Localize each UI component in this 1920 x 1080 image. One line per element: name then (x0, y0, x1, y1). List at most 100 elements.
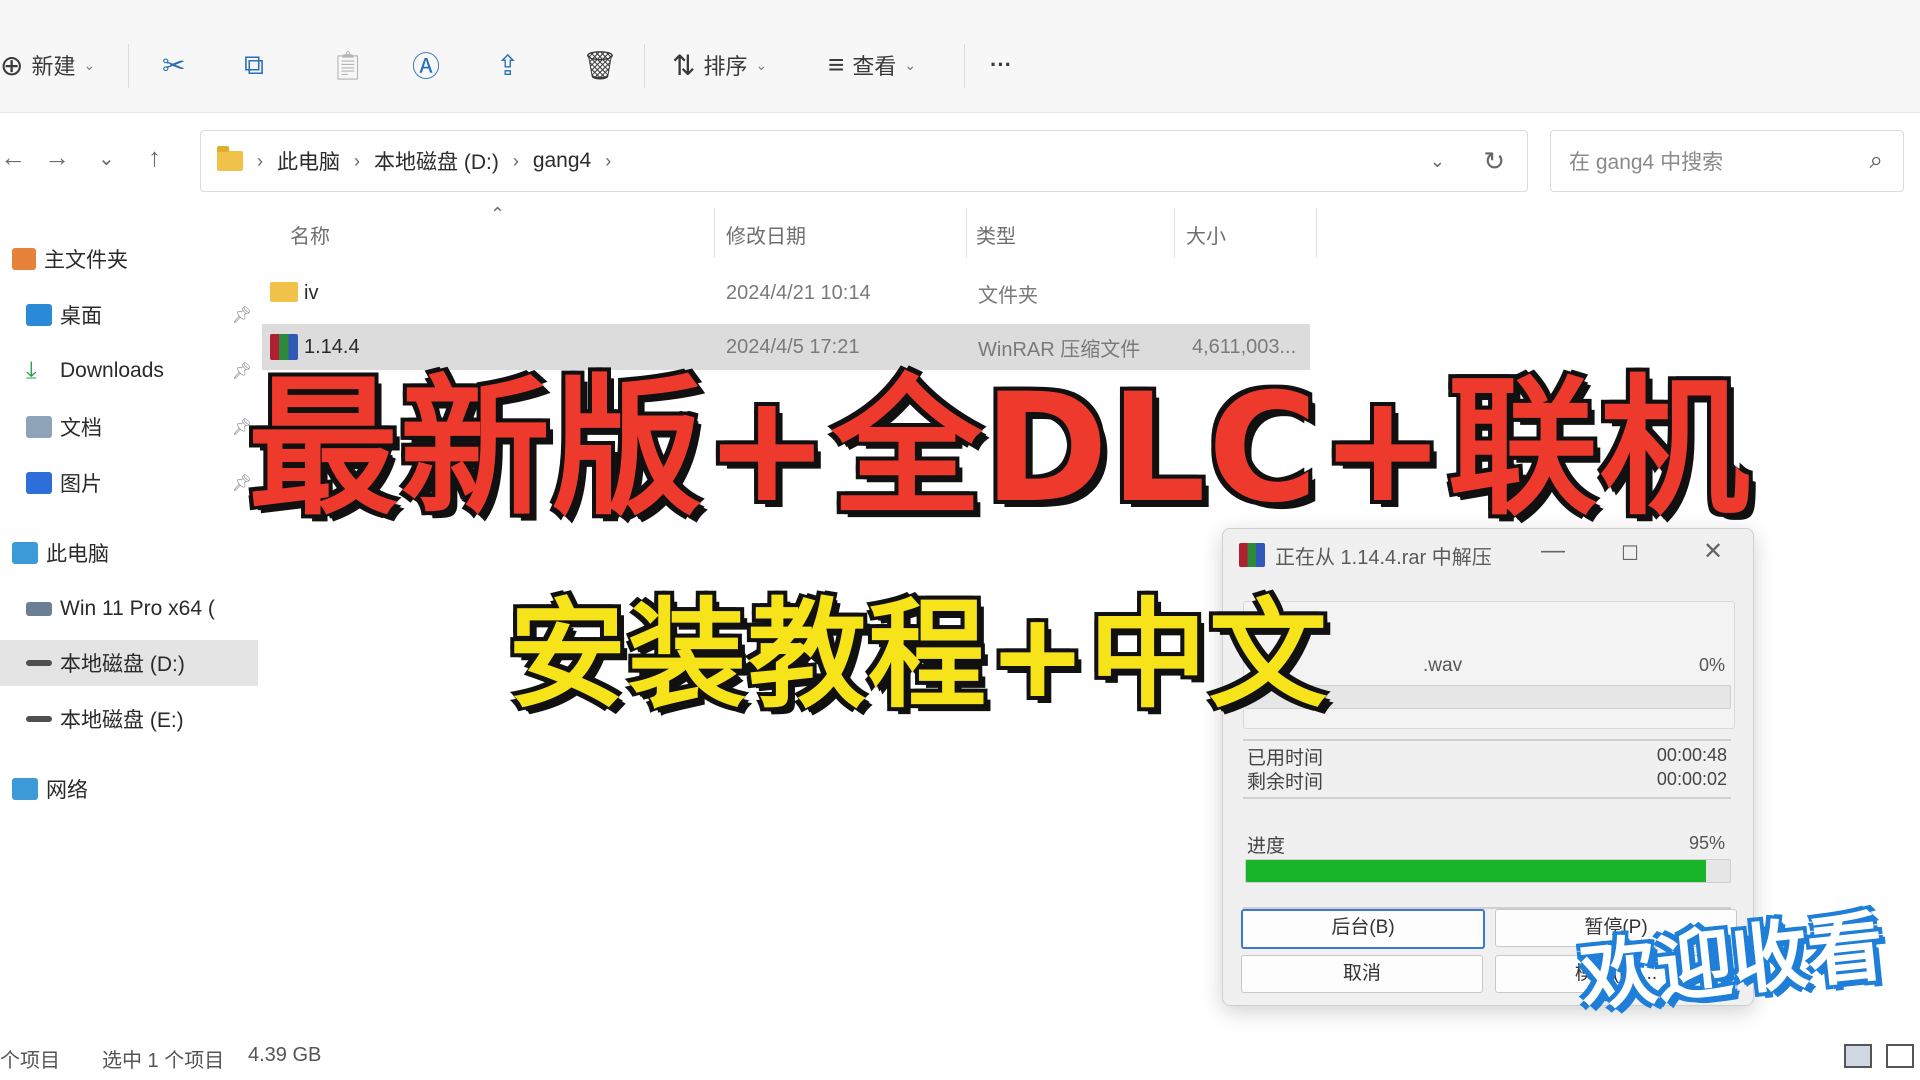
sidebar-item-label: 图片 (60, 473, 102, 496)
minimize-icon[interactable]: — (1541, 537, 1565, 565)
breadcrumb-separator-icon: › (605, 150, 612, 171)
file-row-iv[interactable]: iv 2024/4/21 10:14 文件夹 (262, 270, 1310, 316)
background-button[interactable]: 后台(B) (1241, 909, 1485, 949)
forward-icon[interactable]: → (44, 142, 70, 173)
folder-icon (270, 282, 298, 302)
address-bar[interactable]: › 此电脑 › 本地磁盘 (D:) › gang4 › ⌄ ↻ (200, 130, 1528, 192)
trash-icon: 🗑︎ (582, 49, 618, 81)
file-type: 文件夹 (978, 284, 1038, 307)
file-size: 4,611,003... (1192, 335, 1297, 358)
cut-button[interactable]: ✂ (162, 38, 185, 92)
search-box[interactable]: 在 gang4 中搜索 ⌕ (1550, 130, 1904, 192)
details-view-icon[interactable] (1844, 1044, 1872, 1068)
sort-icon: ⇅ (672, 49, 696, 81)
column-divider[interactable] (1316, 208, 1317, 258)
column-header-size[interactable]: 大小 (1186, 220, 1226, 249)
sidebar-item-home[interactable]: 主文件夹 (0, 236, 244, 282)
selected-count: 选中 1 个项目 (102, 1050, 225, 1072)
column-divider[interactable] (966, 208, 967, 258)
sidebar-item-label: 桌面 (60, 305, 102, 328)
cancel-button[interactable]: 取消 (1241, 955, 1483, 993)
file-modified: 2024/4/21 10:14 (726, 281, 871, 304)
sidebar-item-pictures[interactable]: 图片 📌︎ (0, 460, 258, 506)
column-divider[interactable] (714, 208, 715, 258)
file-name: iv (304, 281, 319, 304)
breadcrumb-gang4[interactable]: gang4 (533, 149, 591, 173)
sort-label: 排序 (703, 54, 748, 79)
sidebar-item-this-pc[interactable]: 此电脑 (0, 530, 244, 576)
chevron-down-icon: ⌄ (755, 56, 768, 73)
copy-button[interactable]: ⧉ (244, 38, 264, 92)
breadcrumb-this-pc[interactable]: 此电脑 (277, 146, 340, 176)
drive-icon (26, 660, 52, 666)
sidebar-item-desktop[interactable]: 桌面 📌︎ (0, 292, 258, 338)
view-list-icon: ≡ (828, 49, 845, 80)
drive-icon (26, 716, 52, 722)
sidebar-item-label: 此电脑 (46, 543, 109, 566)
tiles-view-icon[interactable] (1886, 1044, 1914, 1068)
sidebar-item-label: 网络 (46, 779, 88, 802)
picture-icon (26, 472, 52, 494)
paste-button[interactable]: 📋︎ (330, 38, 366, 92)
sort-button[interactable]: ⇅ 排序 ⌄ (672, 38, 767, 92)
file-explorer-window: ⊕ 新建 ⌄ ✂ ⧉ 📋︎ Ⓐ ⇪ 🗑︎ ⇅ 排序 ⌄ ≡ 查看 ⌄ ··· ←… (0, 0, 1920, 1080)
sidebar-item-downloads[interactable]: ⤓ Downloads 📌︎ (0, 348, 258, 394)
column-header-type[interactable]: 类型 (976, 220, 1016, 249)
file-percent: 0% (1698, 655, 1725, 675)
breadcrumb-separator-icon: › (257, 150, 263, 171)
rename-icon: Ⓐ (412, 51, 441, 82)
sidebar-item-drive-d[interactable]: 本地磁盘 (D:) (0, 640, 258, 686)
up-icon[interactable]: ↑ (148, 142, 161, 173)
winrar-icon (270, 334, 298, 360)
breadcrumb-separator-icon: › (354, 150, 360, 171)
column-header-modified[interactable]: 修改日期 (726, 220, 806, 249)
folder-icon (217, 146, 243, 171)
dialog-title: 正在从 1.14.4.rar 中解压 (1275, 547, 1492, 569)
sidebar-item-label: 主文件夹 (44, 249, 128, 272)
status-bar: 个项目 选中 1 个项目 4.39 GB (0, 1036, 1920, 1074)
new-button[interactable]: ⊕ 新建 ⌄ (0, 38, 95, 92)
recent-locations-icon[interactable]: ⌄ (98, 146, 115, 171)
refresh-icon[interactable]: ↻ (1483, 146, 1505, 177)
computer-icon (12, 542, 38, 564)
back-icon[interactable]: ← (0, 142, 26, 173)
selected-size: 4.39 GB (248, 1044, 322, 1066)
sort-ascending-icon: ⌃ (490, 204, 506, 224)
total-progress-bar (1245, 859, 1731, 883)
share-icon: ⇪ (496, 49, 520, 81)
pin-icon[interactable]: 📌︎ (232, 305, 252, 325)
column-divider[interactable] (1174, 208, 1175, 258)
share-button[interactable]: ⇪ (496, 38, 519, 92)
overlay-title-line1: 最新版+全DLC+联机 (248, 362, 1752, 536)
sidebar-item-network[interactable]: 网络 (0, 766, 244, 812)
view-button[interactable]: ≡ 查看 ⌄ (828, 38, 916, 92)
column-header-name[interactable]: 名称 (290, 220, 330, 249)
remaining-label: 剩余时间 (1247, 772, 1324, 793)
toolbar-divider (128, 44, 129, 88)
download-icon: ⤓ (26, 357, 37, 384)
file-type: WinRAR 压缩文件 (978, 338, 1141, 361)
winrar-icon (1239, 543, 1265, 567)
close-icon[interactable]: ✕ (1703, 537, 1723, 566)
new-label: 新建 (31, 54, 76, 79)
sidebar-item-label: 本地磁盘 (D:) (60, 653, 185, 676)
copy-icon: ⧉ (244, 48, 264, 80)
rename-button[interactable]: Ⓐ (412, 38, 440, 92)
home-icon (12, 248, 36, 270)
address-dropdown-icon[interactable]: ⌄ (1430, 151, 1445, 172)
clipboard-icon: 📋︎ (330, 49, 366, 81)
remaining-value: 00:00:02 (1656, 769, 1727, 789)
sidebar-item-label: Win 11 Pro x64 ( (60, 597, 215, 620)
sidebar-item-drive-e[interactable]: 本地磁盘 (E:) (0, 696, 258, 742)
item-count: 个项目 (0, 1050, 60, 1072)
toolbar-divider (644, 44, 645, 88)
more-options-button[interactable]: ··· (990, 38, 1012, 92)
file-name: 1.14.4 (304, 335, 360, 358)
breadcrumb-drive-d[interactable]: 本地磁盘 (D:) (374, 146, 499, 176)
breadcrumb-separator-icon: › (512, 150, 519, 171)
delete-button[interactable]: 🗑︎ (582, 38, 618, 92)
maximize-icon[interactable]: ☐ (1621, 541, 1639, 566)
sidebar-item-win11-drive[interactable]: Win 11 Pro x64 ( (0, 586, 258, 632)
sidebar-item-documents[interactable]: 文档 📌︎ (0, 404, 258, 450)
search-placeholder: 在 gang4 中搜索 (1569, 151, 1724, 174)
